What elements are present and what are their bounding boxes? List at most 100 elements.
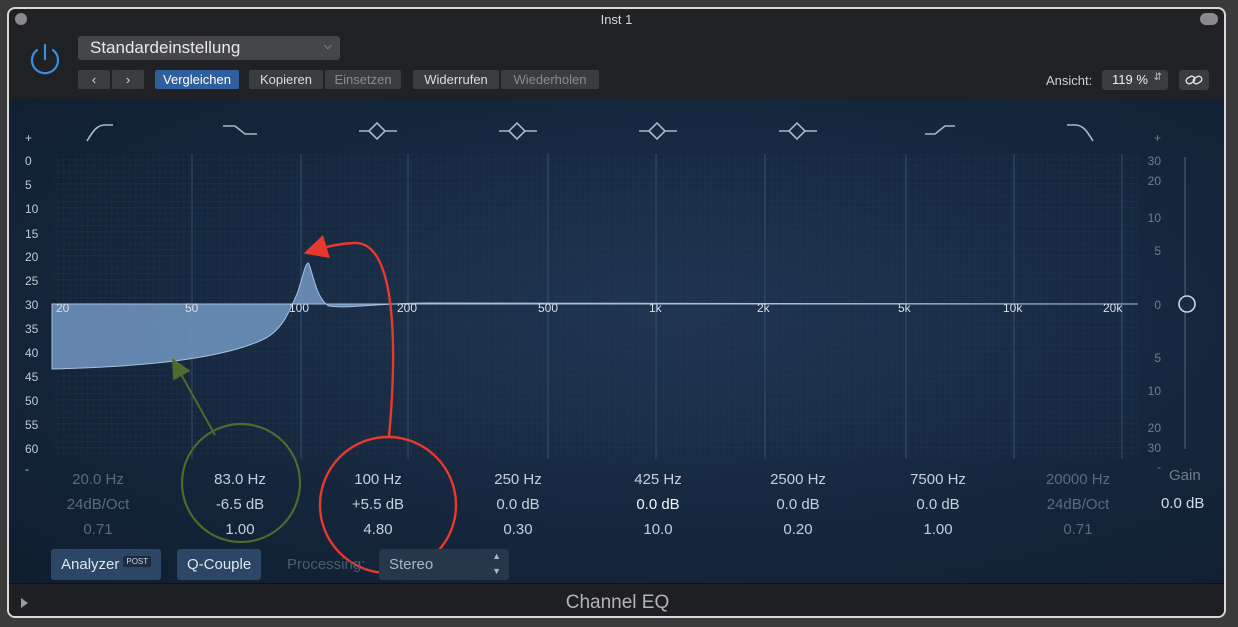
band-gain[interactable]: 24dB/Oct <box>1023 492 1133 517</box>
post-badge: POST <box>123 556 152 567</box>
band-1-params[interactable]: 20.0 Hz 24dB/Oct 0.71 <box>43 467 153 542</box>
band-q[interactable]: 10.0 <box>603 517 713 542</box>
preset-dropdown[interactable]: Standardeinstellung ⌵ <box>78 36 340 60</box>
band-4-params[interactable]: 250 Hz 0.0 dB 0.30 <box>463 467 573 542</box>
left-axis-label: 45 <box>25 370 39 384</box>
chevron-down-icon: ⌵ <box>323 40 332 52</box>
band-gain[interactable]: 24dB/Oct <box>43 492 153 517</box>
chevron-right-icon: › <box>125 72 131 87</box>
band-gain[interactable]: +5.5 dB <box>323 492 433 517</box>
bell-icon <box>359 121 397 141</box>
undo-button[interactable]: Widerrufen <box>413 70 499 89</box>
preset-name: Standardeinstellung <box>90 38 241 57</box>
bell-icon <box>639 121 677 141</box>
band-gain[interactable]: 0.0 dB <box>603 492 713 517</box>
right-axis-label: 5 <box>1154 351 1161 365</box>
right-axis-plus: + <box>1153 131 1161 145</box>
freq-label: 500 <box>538 301 559 315</box>
power-icon[interactable] <box>26 40 64 78</box>
band-q[interactable]: 0.71 <box>1023 517 1133 542</box>
band-frequency[interactable]: 83.0 Hz <box>185 467 295 492</box>
left-axis-label: 10 <box>25 202 39 216</box>
right-axis-label: 5 <box>1154 244 1161 258</box>
band-q[interactable]: 4.80 <box>323 517 433 542</box>
left-axis-label: 50 <box>25 394 39 408</box>
right-axis-label: 10 <box>1147 211 1161 225</box>
copy-button[interactable]: Kopieren <box>249 70 323 89</box>
right-axis-label: 30 <box>1147 441 1161 455</box>
left-axis-label: 25 <box>25 274 39 288</box>
left-axis-label: 35 <box>25 322 39 336</box>
freq-label: 10k <box>1003 301 1023 315</box>
band-2-params[interactable]: 83.0 Hz -6.5 dB 1.00 <box>185 467 295 542</box>
band-gain[interactable]: 0.0 dB <box>883 492 993 517</box>
processing-dropdown[interactable]: Stereo ▲ ▼ <box>379 549 509 580</box>
band-frequency[interactable]: 20.0 Hz <box>43 467 153 492</box>
left-axis-label: 40 <box>25 346 39 360</box>
analyzer-button[interactable]: Analyzer POST <box>51 549 162 580</box>
back-button[interactable]: ‹ <box>78 70 110 89</box>
window-title: Inst 1 <box>600 12 633 27</box>
left-axis-label: 5 <box>25 178 32 192</box>
band-gain[interactable]: 0.0 dB <box>743 492 853 517</box>
gain-value[interactable]: 0.0 dB <box>1161 495 1204 512</box>
left-axis-label: 30 <box>25 298 39 312</box>
right-axis-label: 20 <box>1147 174 1161 188</box>
band-gain[interactable]: -6.5 dB <box>185 492 295 517</box>
right-axis-minus: - <box>1157 460 1161 474</box>
link-button[interactable] <box>1179 70 1209 90</box>
band-gain[interactable]: 0.0 dB <box>463 492 573 517</box>
plugin-window: Inst 1 Standardeinstellung ⌵ ‹ › Verglei… <box>7 7 1226 618</box>
band-q[interactable]: 0.20 <box>743 517 853 542</box>
left-axis-minus: - <box>25 462 29 476</box>
band-icons <box>86 121 1094 142</box>
band-q[interactable]: 1.00 <box>883 517 993 542</box>
zoom-dropdown[interactable]: 119 % ⇵ <box>1102 70 1168 90</box>
right-axis-label: 30 <box>1147 154 1161 168</box>
window-resize-button[interactable] <box>1200 13 1218 25</box>
right-axis-label: 10 <box>1147 384 1161 398</box>
band-frequency[interactable]: 425 Hz <box>603 467 713 492</box>
chevron-left-icon: ‹ <box>91 72 97 87</box>
gain-slider-knob <box>1178 295 1196 313</box>
band-frequency[interactable]: 7500 Hz <box>883 467 993 492</box>
band-q[interactable]: 0.71 <box>43 517 153 542</box>
stepper-icon: ⇵ <box>1153 72 1162 83</box>
stepper-icon: ▲ ▼ <box>492 551 501 576</box>
freq-label: 200 <box>397 301 418 315</box>
left-axis-label: 55 <box>25 418 39 432</box>
freq-label: 100 <box>289 301 310 315</box>
band-q[interactable]: 1.00 <box>185 517 295 542</box>
band-frequency[interactable]: 2500 Hz <box>743 467 853 492</box>
band-5-params[interactable]: 425 Hz 0.0 dB 10.0 <box>603 467 713 542</box>
band-frequency[interactable]: 100 Hz <box>323 467 433 492</box>
left-axis-label: 60 <box>25 442 39 456</box>
band-8-params[interactable]: 20000 Hz 24dB/Oct 0.71 <box>1023 467 1133 542</box>
q-couple-button[interactable]: Q-Couple <box>177 549 262 580</box>
high-shelf-icon <box>925 125 955 135</box>
freq-label: 1k <box>649 301 662 315</box>
band-3-params[interactable]: 100 Hz +5.5 dB 4.80 <box>323 467 433 542</box>
right-axis-label: 0 <box>1154 298 1161 312</box>
left-axis-label: 15 <box>25 227 39 241</box>
footer-bar: Channel EQ <box>9 583 1224 616</box>
left-axis-label: 0 <box>25 154 32 168</box>
freq-label: 20k <box>1103 301 1123 315</box>
band-7-params[interactable]: 7500 Hz 0.0 dB 1.00 <box>883 467 993 542</box>
band-frequency[interactable]: 250 Hz <box>463 467 573 492</box>
compare-button[interactable]: Vergleichen <box>155 70 239 89</box>
freq-label: 20 <box>56 301 70 315</box>
band-q[interactable]: 0.30 <box>463 517 573 542</box>
redo-button[interactable]: Wiederholen <box>501 70 599 89</box>
band-frequency[interactable]: 20000 Hz <box>1023 467 1133 492</box>
paste-button[interactable]: Einsetzen <box>325 70 401 89</box>
gain-label: Gain <box>1169 467 1201 484</box>
low-shelf-icon <box>223 125 257 135</box>
plugin-name: Channel EQ <box>565 592 670 613</box>
left-axis-plus: + <box>25 131 33 145</box>
band-6-params[interactable]: 2500 Hz 0.0 dB 0.20 <box>743 467 853 542</box>
bell-icon <box>499 121 537 141</box>
forward-button[interactable]: › <box>112 70 144 89</box>
freq-label: 5k <box>898 301 911 315</box>
high-cut-icon <box>1067 124 1094 142</box>
